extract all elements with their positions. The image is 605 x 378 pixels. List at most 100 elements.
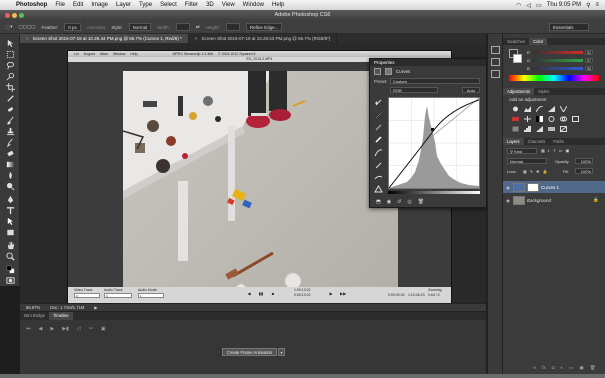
- marquee-tool-icon[interactable]: [4, 49, 16, 59]
- visibility-eye-icon[interactable]: ◉: [503, 185, 513, 190]
- curve-point-edit-icon[interactable]: [374, 149, 383, 157]
- color-balance-icon[interactable]: [523, 115, 531, 122]
- red-slider[interactable]: [531, 51, 583, 54]
- zoom-level[interactable]: 66.67%: [26, 304, 40, 311]
- gradient-map-icon[interactable]: [547, 125, 555, 132]
- filter-smart-object-icon[interactable]: ▣: [565, 148, 569, 153]
- feather-input[interactable]: 0 px: [64, 23, 81, 31]
- lock-pixels-icon[interactable]: ✎: [530, 169, 533, 174]
- workspace-select[interactable]: Essentials: [549, 23, 589, 31]
- info-panel-icon[interactable]: [491, 70, 500, 78]
- crop-tool-icon[interactable]: [4, 82, 16, 92]
- move-tool-icon[interactable]: [4, 38, 16, 48]
- menu-filter[interactable]: Filter: [181, 2, 202, 8]
- background-swatch[interactable]: [513, 54, 522, 63]
- add-mask-icon[interactable]: ◘: [552, 365, 555, 371]
- battery-icon[interactable]: ▭: [536, 2, 542, 9]
- menu-type[interactable]: Type: [135, 2, 156, 8]
- create-frame-animation-button[interactable]: Create Frame Animation: [222, 348, 277, 356]
- pen-tool-icon[interactable]: [4, 194, 16, 204]
- layer-style-icon[interactable]: fx: [542, 365, 546, 371]
- tab-mini-bridge[interactable]: Mini Bridge: [20, 312, 49, 320]
- clipping-warning-icon[interactable]: [374, 185, 383, 193]
- eraser-tool-icon[interactable]: [4, 148, 16, 158]
- history-panel-icon[interactable]: [491, 46, 500, 54]
- hue-saturation-icon[interactable]: [511, 115, 519, 122]
- threshold-icon[interactable]: [535, 125, 543, 132]
- layer-row-background[interactable]: ◉ Background 🔒: [503, 194, 605, 206]
- create-timeline-dropdown-icon[interactable]: ▾: [278, 348, 285, 356]
- audio-icon[interactable]: ◁: [77, 326, 81, 332]
- blue-slider[interactable]: [531, 67, 583, 70]
- antialias-checkbox[interactable]: Anti-alias: [87, 25, 106, 30]
- layer-filter-kind-select[interactable]: ⚲ Kind: [507, 148, 537, 154]
- quick-mask-icon[interactable]: [4, 275, 16, 285]
- curves-icon[interactable]: [535, 105, 543, 112]
- width-input[interactable]: [175, 23, 190, 31]
- green-value[interactable]: 57: [585, 58, 593, 63]
- properties-panel-icon[interactable]: [491, 58, 500, 66]
- photo-filter-icon[interactable]: [547, 115, 555, 122]
- filter-pixel-icon[interactable]: ▦: [541, 148, 545, 153]
- app-menu[interactable]: Photoshop: [12, 2, 51, 8]
- curves-graph[interactable]: [388, 97, 480, 189]
- fill-input[interactable]: 100%: [575, 168, 593, 174]
- layer-mask-icon[interactable]: [385, 67, 392, 75]
- green-slider[interactable]: [532, 59, 583, 62]
- rectangle-tool-icon[interactable]: [4, 227, 16, 237]
- foreground-background-color-icon[interactable]: [4, 264, 16, 274]
- tab-timeline[interactable]: Timeline: [48, 312, 73, 320]
- link-layers-icon[interactable]: ∞: [533, 365, 536, 371]
- first-frame-icon[interactable]: ⏮: [26, 326, 31, 332]
- lock-position-icon[interactable]: ✥: [536, 169, 539, 174]
- scissors-icon[interactable]: ✂: [89, 326, 93, 332]
- new-group-icon[interactable]: ▭: [569, 365, 573, 371]
- lasso-tool-icon[interactable]: [4, 60, 16, 70]
- view-previous-icon[interactable]: ◉: [387, 199, 391, 205]
- gray-point-eyedropper-icon[interactable]: [374, 123, 383, 131]
- gradient-tool-icon[interactable]: [4, 159, 16, 169]
- transition-icon[interactable]: ▣: [101, 326, 106, 332]
- menu-help[interactable]: Help: [268, 2, 288, 8]
- mask-thumbnail[interactable]: [527, 182, 539, 192]
- red-value[interactable]: 52: [585, 50, 593, 55]
- smooth-curve-icon[interactable]: [374, 173, 383, 181]
- menu-layer[interactable]: Layer: [112, 2, 135, 8]
- path-selection-tool-icon[interactable]: [4, 216, 16, 226]
- tab-swatches[interactable]: Swatches: [503, 38, 529, 45]
- new-layer-icon[interactable]: ▣: [579, 365, 583, 371]
- swap-icon[interactable]: ⇄: [196, 24, 200, 30]
- channel-select[interactable]: RGB: [390, 87, 438, 93]
- eyedropper-tool-icon[interactable]: [4, 93, 16, 103]
- menu-file[interactable]: File: [51, 2, 69, 8]
- wifi-icon[interactable]: ◠: [516, 2, 521, 9]
- style-select[interactable]: Normal: [128, 23, 152, 31]
- marquee-tool-icon[interactable]: ⬚▾: [6, 24, 13, 30]
- document-tab[interactable]: × Screen Shot 2015-07-19 at 10.28.53 PM.p…: [189, 34, 338, 43]
- dodge-tool-icon[interactable]: [4, 181, 16, 191]
- properties-tab[interactable]: Properties: [370, 59, 486, 66]
- reset-icon[interactable]: ↺: [397, 199, 401, 205]
- tab-styles[interactable]: Styles: [534, 88, 553, 95]
- lock-transparent-icon[interactable]: ▦: [523, 169, 527, 174]
- preset-select[interactable]: Custom: [390, 78, 480, 84]
- play-icon[interactable]: ▶: [50, 326, 54, 332]
- spotlight-icon[interactable]: ⚲: [586, 2, 590, 9]
- tab-paths[interactable]: Paths: [549, 138, 568, 145]
- curve-pencil-icon[interactable]: [374, 161, 383, 169]
- visibility-eye-icon[interactable]: ◉: [503, 198, 513, 203]
- brightness-contrast-icon[interactable]: [511, 105, 519, 112]
- zoom-tool-icon[interactable]: [4, 251, 16, 261]
- black-point-eyedropper-icon[interactable]: [374, 111, 383, 119]
- auto-button[interactable]: Auto: [462, 87, 480, 93]
- healing-brush-tool-icon[interactable]: [4, 104, 16, 114]
- doc-size[interactable]: Doc: 1.71M/1.71M: [50, 304, 84, 311]
- clone-stamp-tool-icon[interactable]: [4, 126, 16, 136]
- selective-color-icon[interactable]: [559, 125, 567, 132]
- prev-frame-icon[interactable]: ◀: [39, 326, 43, 332]
- next-frame-icon[interactable]: ▶▮: [62, 326, 69, 332]
- tab-channels[interactable]: Channels: [524, 138, 550, 145]
- height-input[interactable]: [225, 23, 240, 31]
- channel-mixer-icon[interactable]: [559, 115, 567, 122]
- blue-value[interactable]: 56: [585, 66, 593, 71]
